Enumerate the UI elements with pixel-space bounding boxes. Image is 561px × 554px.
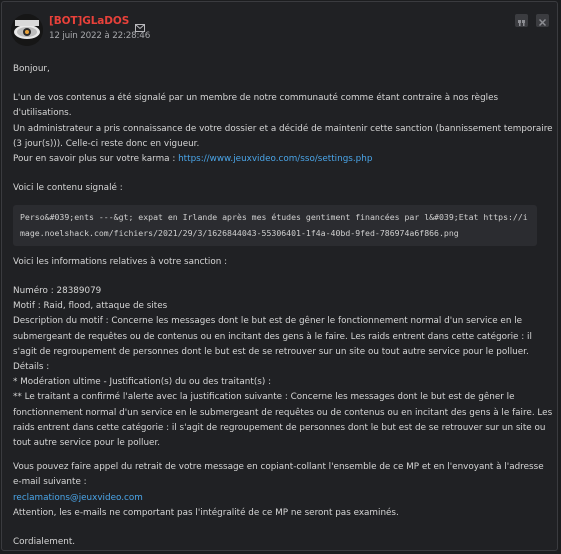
quote-icon [518, 11, 525, 30]
karma-prefix: Pour en savoir plus sur votre karma : [13, 154, 179, 165]
sanction-number: Numéro : 28389079 [13, 286, 102, 297]
quoted-content: Perso&#039;ents ---&gt; expat en Irlande… [13, 205, 537, 246]
greeting: Bonjour, [13, 64, 50, 74]
content-label: Voici le contenu signalé : [13, 183, 123, 194]
message-actions [515, 14, 549, 27]
sanction-label: Voici les informations relatives à votre… [13, 256, 228, 267]
message-date: 12 juin 2022 à 22:28:46 [49, 31, 151, 41]
author-name[interactable]: [BOT]GLaDOS [49, 15, 129, 27]
warning-text: Attention, les e-mails ne comportant pas… [13, 507, 399, 518]
appeal-email-line: reclamations@jeuxvideo.com [13, 491, 553, 506]
appeal-email-link[interactable]: reclamations@jeuxvideo.com [13, 493, 143, 503]
message-body: Bonjour, L'un de vos contenus a été sign… [13, 62, 553, 550]
glados-avatar-image [11, 14, 43, 46]
message-card: [BOT]GLaDOS 12 juin 2022 à 22:28:46 Bonj… [1, 1, 558, 551]
quote-button[interactable] [515, 14, 528, 27]
motif-description: Description du motif : Concerne les mess… [13, 316, 532, 357]
intro-decision: Un administrateur a pris connaissance de… [13, 123, 553, 149]
details-moderation: * Modération ultime - Justification(s) d… [13, 377, 272, 388]
details-justification: ** Le traitant a confirmé l'alerte avec … [13, 392, 553, 449]
intro-reported: L'un de vos contenus a été signalé par u… [13, 93, 499, 119]
author-line: [BOT]GLaDOS [49, 15, 146, 32]
closing: Cordialement. [13, 537, 76, 548]
author-avatar[interactable] [11, 14, 43, 46]
karma-link[interactable]: https://www.jeuxvideo.com/sso/settings.p… [178, 154, 372, 164]
sanction-motif: Motif : Raid, flood, attaque de sites [13, 301, 168, 312]
envelope-icon[interactable] [135, 17, 146, 32]
close-icon [539, 11, 546, 30]
details-label: Détails : [13, 362, 50, 373]
delete-button[interactable] [536, 14, 549, 27]
karma-line: Pour en savoir plus sur votre karma : ht… [13, 152, 553, 167]
appeal-text: Vous pouvez faire appel du retrait de vo… [13, 462, 544, 488]
